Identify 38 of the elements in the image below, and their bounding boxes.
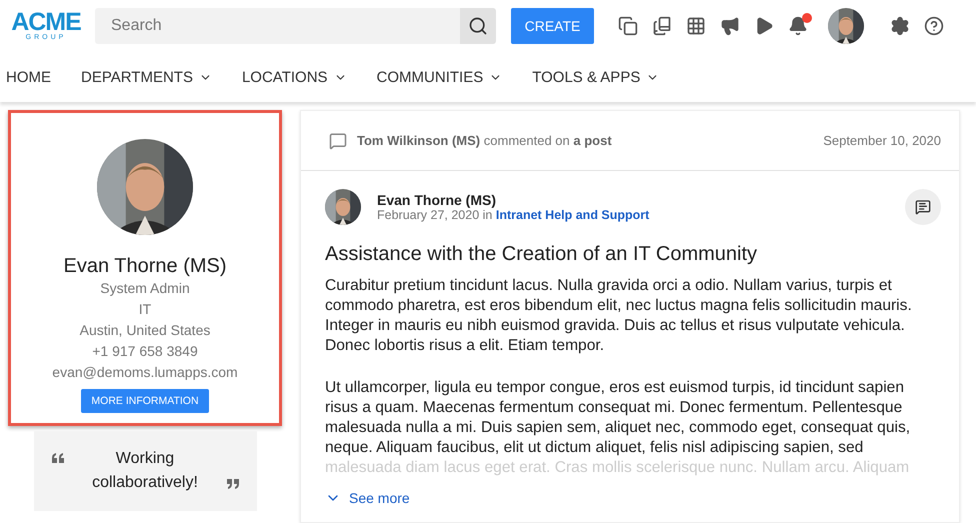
- close-quote-icon: [226, 479, 238, 489]
- open-quote-icon: [52, 453, 64, 463]
- profile-detail: Austin, United States: [80, 321, 210, 340]
- nav-menu-item[interactable]: TOOLS & APPS: [532, 68, 660, 86]
- help-icon[interactable]: [924, 16, 944, 36]
- post-title: Assistance with the Creation of an IT Community: [325, 243, 758, 266]
- logo-name[interactable]: ACME: [11, 10, 81, 34]
- nav-menu-item[interactable]: HOME: [6, 68, 51, 86]
- comment-icon: [329, 132, 347, 150]
- nav-menu-item[interactable]: DEPARTMENTS: [81, 68, 212, 86]
- community-link[interactable]: Intranet Help and Support: [496, 208, 650, 222]
- more-information-button[interactable]: MORE INFORMATION: [81, 389, 209, 413]
- profile-name: Evan Thorne (MS): [63, 255, 227, 278]
- message-icon: [915, 199, 931, 215]
- copy-icon[interactable]: [618, 16, 638, 36]
- profile-detail: +1 917 658 3849: [92, 342, 198, 361]
- create-button[interactable]: CREATE: [511, 8, 594, 44]
- quote-text: Working collaboratively!: [91, 449, 199, 493]
- settings-icon[interactable]: [890, 16, 910, 36]
- search-field[interactable]: Search: [95, 8, 460, 44]
- profile-detail: evan@demoms.lumapps.com: [52, 363, 238, 382]
- post-meta: February 27, 2020 in Intranet Help and Support: [377, 208, 650, 222]
- see-more-link[interactable]: See more: [325, 490, 941, 506]
- apps-grid-icon[interactable]: [686, 16, 706, 36]
- activity-date: September 10, 2020: [823, 133, 941, 148]
- profile-detail: IT: [138, 300, 152, 319]
- search-icon: [468, 16, 488, 36]
- post-paragraph: Curabitur pretium tincidunt lacus. Nulla gravida orci a odio. Nullam varius, turpis et commodo pharetra, est eros bibendum elit, nec luctus magna felis sollicitudin mauris. Integer in mauris eu nibh euismod gravida. Duis ac tellus et risus vulputate vehicula. Donec lobortis risus a elit. Etiam tempor.: [325, 276, 913, 356]
- comment-button[interactable]: [905, 189, 941, 225]
- post-paragraph: Ut ullamcorper, ligula eu tempor congue, eros est euismod turpis, id tincidunt sapien risus a quam. Maecenas fermentum consequat mi. Donec fermentum. Pellentesque malesuada nulla a mi. Duis sapien sem, aliquet nec, commodo eget, consequat quis, neque. Aliquam faucibus, elit ut dictum aliquet, felis nisl adipiscing sapien, sed: [325, 378, 912, 458]
- megaphone-icon[interactable]: [720, 16, 740, 36]
- nav-menu-item[interactable]: COMMUNITIES: [376, 68, 502, 86]
- books-icon[interactable]: [652, 16, 672, 36]
- search-button[interactable]: [460, 8, 496, 44]
- activity-text: Tom Wilkinson (MS) commented on a post: [357, 133, 612, 148]
- profile-detail: System Admin: [100, 279, 190, 298]
- author-name[interactable]: Evan Thorne (MS): [377, 192, 889, 208]
- nav-menu-item[interactable]: LOCATIONS: [242, 68, 347, 86]
